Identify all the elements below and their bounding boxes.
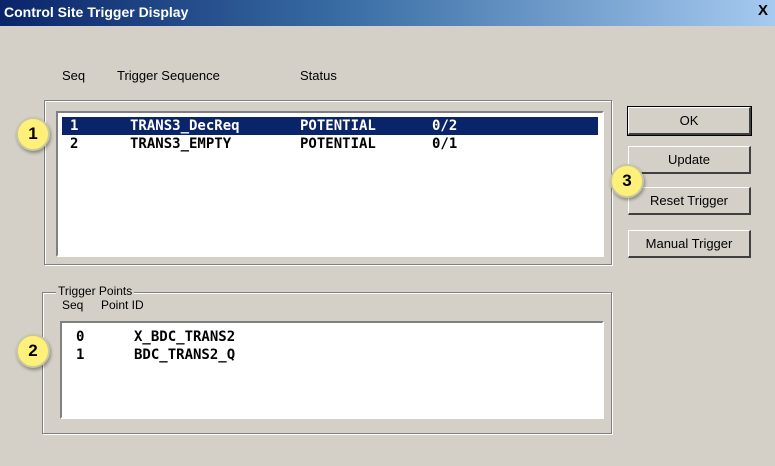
point-id: BDC_TRANS2_Q bbox=[134, 347, 236, 363]
window-title: Control Site Trigger Display bbox=[4, 4, 189, 20]
trigger-points-legend: Trigger Points bbox=[56, 284, 135, 298]
list-item-trigger-sequence[interactable]: 1 TRANS3_DecReq POTENTIAL 0/2 bbox=[62, 117, 598, 135]
row-status: POTENTIAL bbox=[300, 136, 376, 152]
title-bar: Control Site Trigger Display X bbox=[0, 0, 775, 26]
header-seq: Seq bbox=[62, 68, 86, 83]
trigger-points-list[interactable]: 0 X_BDC_TRANS2 1 BDC_TRANS2_Q bbox=[60, 321, 604, 419]
trigger-points-header-seq: Seq bbox=[62, 298, 84, 312]
callout-badge-3: 3 bbox=[610, 164, 644, 198]
row-ratio: 0/1 bbox=[432, 136, 458, 152]
trigger-sequence-list[interactable]: 1 TRANS3_DecReq POTENTIAL 0/2 2 TRANS3_E… bbox=[56, 111, 604, 257]
trigger-points-header-point-id: Point ID bbox=[101, 298, 144, 312]
row-ratio: 0/2 bbox=[432, 118, 458, 134]
row-seq: 1 bbox=[70, 118, 79, 134]
point-seq: 1 bbox=[76, 347, 85, 363]
header-status: Status bbox=[300, 68, 337, 83]
point-seq: 0 bbox=[76, 329, 85, 345]
ok-button[interactable]: OK bbox=[627, 106, 752, 136]
manual-trigger-button[interactable]: Manual Trigger bbox=[628, 230, 751, 258]
row-trigger-name: TRANS3_DecReq bbox=[130, 118, 240, 134]
reset-trigger-button[interactable]: Reset Trigger bbox=[628, 187, 751, 215]
row-status: POTENTIAL bbox=[300, 118, 376, 134]
update-button[interactable]: Update bbox=[628, 146, 751, 174]
list-item-trigger-sequence[interactable]: 2 TRANS3_EMPTY POTENTIAL 0/1 bbox=[62, 135, 598, 153]
callout-badge-2: 2 bbox=[16, 334, 50, 368]
header-trigger-sequence: Trigger Sequence bbox=[117, 68, 220, 83]
row-trigger-name: TRANS3_EMPTY bbox=[130, 136, 232, 152]
callout-badge-1: 1 bbox=[16, 117, 50, 151]
list-item-trigger-point[interactable]: 1 BDC_TRANS2_Q bbox=[66, 346, 598, 364]
row-seq: 2 bbox=[70, 136, 79, 152]
point-id: X_BDC_TRANS2 bbox=[134, 329, 236, 345]
close-button[interactable]: X bbox=[755, 3, 771, 19]
list-item-trigger-point[interactable]: 0 X_BDC_TRANS2 bbox=[66, 328, 598, 346]
